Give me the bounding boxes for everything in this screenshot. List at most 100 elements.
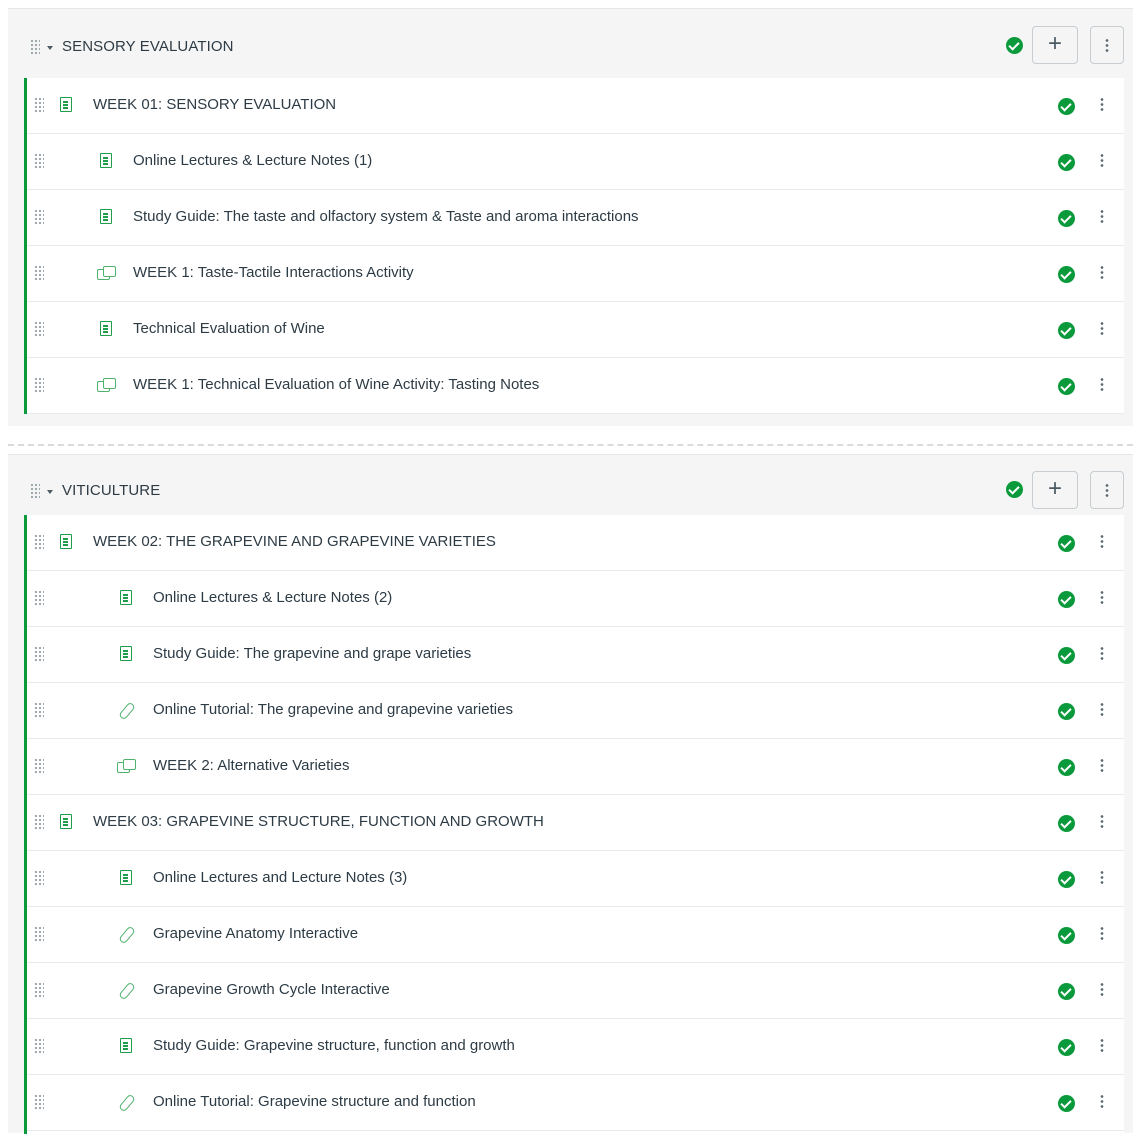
kebab-icon[interactable] [1100,209,1104,225]
drag-handle-icon[interactable] [34,209,44,225]
list-item[interactable]: Technical Evaluation of Wine [27,302,1124,358]
item-title[interactable]: Online Lectures & Lecture Notes (1) [133,152,372,169]
item-title[interactable]: Online Tutorial: The grapevine and grape… [153,701,513,718]
list-item[interactable]: Online Lectures & Lecture Notes (1) [27,134,1124,190]
item-title[interactable]: Study Guide: The taste and olfactory sys… [133,208,639,225]
kebab-icon[interactable] [1100,377,1104,393]
drag-handle-icon[interactable] [34,153,44,169]
kebab-icon[interactable] [1100,534,1104,550]
drag-handle-icon[interactable] [34,321,44,337]
collapse-caret-icon[interactable] [47,490,53,494]
subheader-title[interactable]: WEEK 01: SENSORY EVALUATION [93,96,336,113]
published-check-icon[interactable] [1058,983,1075,1000]
published-check-icon[interactable] [1058,647,1075,664]
item-title[interactable]: Online Lectures & Lecture Notes (2) [153,589,392,606]
published-check-icon[interactable] [1058,210,1075,227]
module-header[interactable]: SENSORY EVALUATION + [8,9,1133,79]
add-item-button[interactable]: + [1032,26,1078,64]
kebab-icon[interactable] [1100,702,1104,718]
kebab-icon[interactable] [1100,870,1104,886]
drag-handle-icon[interactable] [34,982,44,998]
drag-handle-icon[interactable] [34,377,44,393]
drag-handle-icon[interactable] [34,702,44,718]
list-item[interactable]: Study Guide: Grapevine structure, functi… [27,1019,1124,1075]
published-check-icon[interactable] [1006,37,1023,54]
published-check-icon[interactable] [1058,927,1075,944]
list-item[interactable]: Grapevine Growth Cycle Interactive [27,963,1124,1019]
kebab-icon[interactable] [1100,265,1104,281]
list-item[interactable]: WEEK 01: SENSORY EVALUATION [27,78,1124,134]
drag-handle-icon[interactable] [34,534,44,550]
list-item[interactable]: Online Tutorial: The grapevine and grape… [27,683,1124,739]
discussion-icon [117,759,136,773]
kebab-icon[interactable] [1100,1094,1104,1110]
published-check-icon[interactable] [1058,378,1075,395]
kebab-icon[interactable] [1100,153,1104,169]
drag-handle-icon[interactable] [34,870,44,886]
drag-handle-icon[interactable] [34,1038,44,1054]
list-item[interactable]: WEEK 1: Taste-Tactile Interactions Activ… [27,246,1124,302]
page-icon [120,870,132,885]
list-item[interactable]: Online Lectures & Lecture Notes (2) [27,571,1124,627]
drag-handle-icon[interactable] [30,483,40,499]
list-item[interactable]: Study Guide: The taste and olfactory sys… [27,190,1124,246]
drag-handle-icon[interactable] [34,646,44,662]
published-check-icon[interactable] [1058,871,1075,888]
item-title[interactable]: Online Lectures and Lecture Notes (3) [153,869,407,886]
published-check-icon[interactable] [1058,266,1075,283]
list-item[interactable]: Online Tutorial: Grapevine structure and… [27,1075,1124,1131]
kebab-icon[interactable] [1100,814,1104,830]
published-check-icon[interactable] [1058,1039,1075,1056]
module-title: VITICULTURE [62,482,161,499]
item-title[interactable]: Grapevine Growth Cycle Interactive [153,981,390,998]
list-item[interactable]: Grapevine Anatomy Interactive [27,907,1124,963]
drag-handle-icon[interactable] [30,39,40,55]
collapse-caret-icon[interactable] [47,46,53,50]
item-title[interactable]: Grapevine Anatomy Interactive [153,925,358,942]
list-item[interactable]: WEEK 2: Alternative Varieties [27,739,1124,795]
drag-handle-icon[interactable] [34,758,44,774]
list-item[interactable]: Study Guide: The grapevine and grape var… [27,627,1124,683]
item-title[interactable]: Study Guide: The grapevine and grape var… [153,645,471,662]
module-options-button[interactable] [1090,471,1124,509]
item-title[interactable]: WEEK 1: Technical Evaluation of Wine Act… [133,376,539,393]
kebab-icon[interactable] [1100,97,1104,113]
list-item[interactable]: WEEK 03: GRAPEVINE STRUCTURE, FUNCTION A… [27,795,1124,851]
drag-handle-icon[interactable] [34,1094,44,1110]
published-check-icon[interactable] [1058,591,1075,608]
published-check-icon[interactable] [1058,1095,1075,1112]
kebab-icon[interactable] [1100,590,1104,606]
published-check-icon[interactable] [1058,703,1075,720]
kebab-icon[interactable] [1100,982,1104,998]
item-title[interactable]: WEEK 2: Alternative Varieties [153,757,349,774]
drag-handle-icon[interactable] [34,814,44,830]
published-check-icon[interactable] [1058,535,1075,552]
add-item-button[interactable]: + [1032,471,1078,509]
published-check-icon[interactable] [1058,815,1075,832]
list-item[interactable]: WEEK 1: Technical Evaluation of Wine Act… [27,358,1124,414]
list-item[interactable]: WEEK 02: THE GRAPEVINE AND GRAPEVINE VAR… [27,515,1124,571]
drag-handle-icon[interactable] [34,97,44,113]
item-title[interactable]: Online Tutorial: Grapevine structure and… [153,1093,476,1110]
drag-handle-icon[interactable] [34,590,44,606]
drag-handle-icon[interactable] [34,926,44,942]
page-icon [120,646,132,661]
published-check-icon[interactable] [1058,759,1075,776]
subheader-title[interactable]: WEEK 02: THE GRAPEVINE AND GRAPEVINE VAR… [93,533,496,550]
published-check-icon[interactable] [1058,154,1075,171]
subheader-title[interactable]: WEEK 03: GRAPEVINE STRUCTURE, FUNCTION A… [93,813,544,830]
published-check-icon[interactable] [1006,481,1023,498]
kebab-icon[interactable] [1100,926,1104,942]
module-options-button[interactable] [1090,26,1124,64]
drag-handle-icon[interactable] [34,265,44,281]
item-title[interactable]: Technical Evaluation of Wine [133,320,325,337]
kebab-icon[interactable] [1100,758,1104,774]
published-check-icon[interactable] [1058,98,1075,115]
item-title[interactable]: Study Guide: Grapevine structure, functi… [153,1037,515,1054]
kebab-icon[interactable] [1100,321,1104,337]
kebab-icon[interactable] [1100,1038,1104,1054]
published-check-icon[interactable] [1058,322,1075,339]
list-item[interactable]: Online Lectures and Lecture Notes (3) [27,851,1124,907]
kebab-icon[interactable] [1100,646,1104,662]
item-title[interactable]: WEEK 1: Taste-Tactile Interactions Activ… [133,264,414,281]
